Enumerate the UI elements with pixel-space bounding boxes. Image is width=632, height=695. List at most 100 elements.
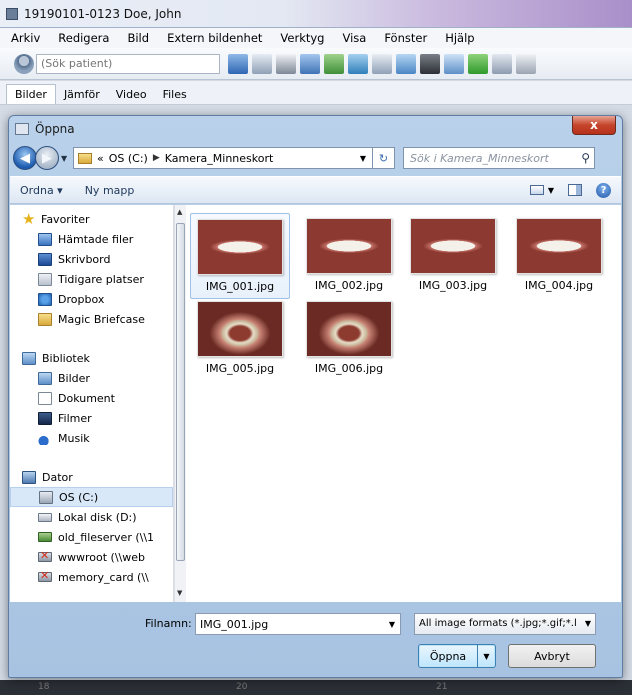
open-file-dialog: Öppna x ◀ ▶ ▼ « OS (C:) ▶ Kamera_Minnesk… <box>8 115 623 678</box>
menu-fonster[interactable]: Fönster <box>375 31 436 45</box>
back-button[interactable]: ◀ <box>13 146 37 170</box>
move-icon[interactable] <box>492 53 512 74</box>
menu-bild[interactable]: Bild <box>118 31 158 45</box>
nav-item-old-fileserver[interactable]: old_fileserver (\\1 <box>10 527 173 547</box>
music-note-icon <box>38 431 52 445</box>
layout-icon[interactable] <box>516 53 536 74</box>
file-item-img-005[interactable]: IMG_005.jpg <box>190 296 290 382</box>
menu-extern-bildenhet[interactable]: Extern bildenhet <box>158 31 271 45</box>
video-camera-icon[interactable] <box>420 53 440 74</box>
search-input[interactable]: Sök i Kamera_Minneskort ⚲ <box>403 147 595 169</box>
nav-item-os-c[interactable]: OS (C:) <box>10 487 173 507</box>
file-list: IMG_001.jpg IMG_002.jpg IMG_003.jpg IMG_… <box>188 205 621 602</box>
filename-input[interactable] <box>195 613 401 635</box>
nav-item-desktop[interactable]: Skrivbord <box>10 249 173 269</box>
menu-hjalp[interactable]: Hjälp <box>436 31 483 45</box>
refresh-icon[interactable]: ↻ <box>373 147 395 169</box>
chevron-down-icon[interactable]: ▼ <box>477 645 495 667</box>
close-button[interactable]: x <box>572 116 616 135</box>
cancel-button[interactable]: Avbryt <box>508 644 596 668</box>
library-icon <box>22 351 36 365</box>
pictures-library-icon <box>38 371 52 385</box>
file-item-img-004[interactable]: IMG_004.jpg <box>509 213 609 299</box>
nav-item-pictures[interactable]: Bilder <box>10 368 173 388</box>
navigation-scrollbar[interactable]: ▲ ▼ <box>174 205 186 602</box>
disconnected-drive-icon <box>38 549 52 562</box>
file-type-select[interactable]: All image formats (*.jpg;*.gif;*.l ▼ <box>414 613 596 635</box>
patient-search-input[interactable] <box>36 53 220 74</box>
filename-row: Filnamn: ▼ All image formats (*.jpg;*.gi… <box>10 613 621 637</box>
nav-item-wwwroot[interactable]: wwwroot (\\web <box>10 547 173 567</box>
file-name: IMG_006.jpg <box>314 362 384 375</box>
breadcrumb-kamera[interactable]: Kamera_Minneskort <box>165 152 274 165</box>
rotate-icon[interactable] <box>444 53 464 74</box>
tab-jamfor[interactable]: Jämför <box>56 85 108 104</box>
nav-item-documents[interactable]: Dokument <box>10 388 173 408</box>
menu-arkiv[interactable]: Arkiv <box>2 31 49 45</box>
nav-item-magic-briefcase[interactable]: Magic Briefcase <box>10 309 173 329</box>
tab-video[interactable]: Video <box>108 85 155 104</box>
tab-bilder[interactable]: Bilder <box>6 84 56 104</box>
search-icon[interactable]: ⚲ <box>581 151 590 165</box>
app-tabs: Bilder Jämför Video Files <box>0 81 632 105</box>
screen-capture-icon[interactable] <box>396 53 416 74</box>
open-button[interactable]: Öppna ▼ <box>418 644 496 668</box>
image-thumbnail <box>197 301 283 357</box>
image-thumbnail <box>306 218 392 274</box>
chevron-down-icon[interactable]: ▼ <box>61 154 71 163</box>
nav-favorites[interactable]: ★ Favoriter <box>10 209 173 229</box>
scanner-icon[interactable] <box>300 53 320 74</box>
menu-visa[interactable]: Visa <box>333 31 375 45</box>
command-bar: Ordna ▾ Ny mapp ▼ ? <box>10 176 621 204</box>
scrollbar-thumb[interactable] <box>176 223 185 561</box>
scroll-down-icon[interactable]: ▼ <box>177 589 182 597</box>
nav-item-dropbox[interactable]: Dropbox <box>10 289 173 309</box>
change-view-icon[interactable] <box>529 185 544 195</box>
image-thumbnail <box>410 218 496 274</box>
nav-item-memory-card[interactable]: memory_card (\\ <box>10 567 173 587</box>
nav-item-recent-places[interactable]: Tidigare platser <box>10 269 173 289</box>
chevron-down-icon[interactable]: ▼ <box>360 154 366 163</box>
image-thumbnail <box>306 301 392 357</box>
help-icon[interactable]: ? <box>596 182 611 198</box>
file-item-img-006[interactable]: IMG_006.jpg <box>299 296 399 382</box>
image-thumbnail <box>516 218 602 274</box>
tab-files[interactable]: Files <box>155 85 195 104</box>
menu-verktyg[interactable]: Verktyg <box>271 31 333 45</box>
print-icon[interactable] <box>276 53 296 74</box>
preview-pane-icon[interactable] <box>568 184 582 196</box>
navigation-pane: ★ Favoriter Hämtade filer Skrivbord Tidi… <box>10 205 174 602</box>
new-folder-button[interactable]: Ny mapp <box>85 184 135 197</box>
chevron-down-icon[interactable]: ▼ <box>548 186 554 195</box>
chevron-down-icon[interactable]: ▼ <box>585 619 591 628</box>
nav-item-music[interactable]: Musik <box>10 428 173 448</box>
breadcrumb-overflow[interactable]: « <box>97 152 104 165</box>
add-icon[interactable] <box>468 53 488 74</box>
refresh-images-icon[interactable] <box>324 53 344 74</box>
disconnected-drive-icon <box>38 569 52 582</box>
chevron-right-icon[interactable]: ▶ <box>153 153 160 163</box>
camera-icon[interactable] <box>348 53 368 74</box>
organize-button[interactable]: Ordna ▾ <box>20 184 63 197</box>
nav-libraries[interactable]: Bibliotek <box>10 348 173 368</box>
nav-computer[interactable]: Dator <box>10 467 173 487</box>
forward-button[interactable]: ▶ <box>35 146 59 170</box>
disk-icon <box>38 512 52 522</box>
address-bar[interactable]: « OS (C:) ▶ Kamera_Minneskort ▼ <box>73 147 373 169</box>
nav-item-downloads[interactable]: Hämtade filer <box>10 229 173 249</box>
grid-view-icon[interactable] <box>252 53 272 74</box>
pen-tool-icon[interactable] <box>372 53 392 74</box>
file-item-img-003[interactable]: IMG_003.jpg <box>403 213 503 299</box>
file-name: IMG_002.jpg <box>314 279 384 292</box>
patient-icon[interactable] <box>14 53 34 74</box>
image-import-icon[interactable] <box>228 53 248 74</box>
nav-item-local-disk-d[interactable]: Lokal disk (D:) <box>10 507 173 527</box>
scroll-up-icon[interactable]: ▲ <box>177 208 182 216</box>
filename-label: Filnamn: <box>145 617 192 630</box>
file-item-img-001[interactable]: IMG_001.jpg <box>190 213 290 299</box>
chevron-down-icon[interactable]: ▼ <box>384 614 400 634</box>
menu-redigera[interactable]: Redigera <box>49 31 118 45</box>
nav-item-videos[interactable]: Filmer <box>10 408 173 428</box>
file-item-img-002[interactable]: IMG_002.jpg <box>299 213 399 299</box>
breadcrumb-os-c[interactable]: OS (C:) <box>109 152 148 165</box>
